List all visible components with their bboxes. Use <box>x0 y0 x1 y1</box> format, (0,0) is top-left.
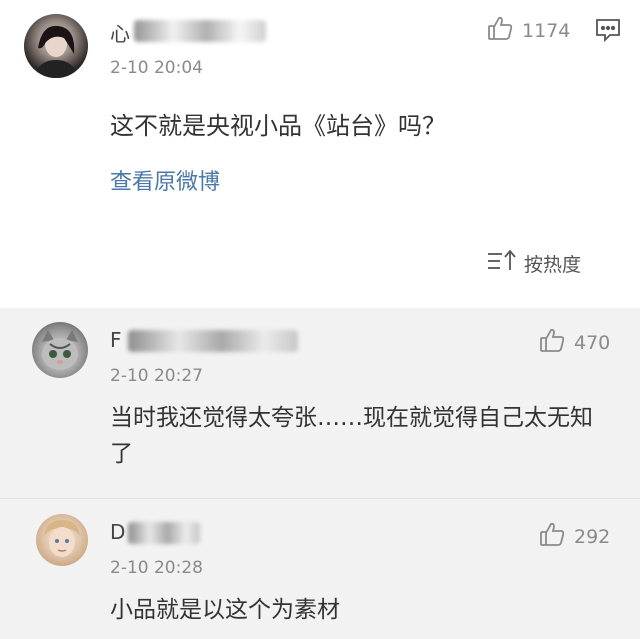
comment-button[interactable] <box>594 16 622 48</box>
username-blurred <box>128 522 200 544</box>
username[interactable]: 心 <box>110 18 130 47</box>
like-button[interactable]: 470 <box>538 326 610 359</box>
avatar[interactable] <box>24 14 88 78</box>
like-count: 470 <box>574 331 611 354</box>
username-blurred <box>128 330 298 352</box>
sort-label: 按热度 <box>524 254 582 276</box>
sort-icon <box>486 248 518 279</box>
main-comment: 心 2-10 20:04 这不就是央视小品《站台》吗？ 查看原微博 1174 按… <box>0 0 640 308</box>
sort-by-hot-button[interactable]: 按热度 <box>486 248 581 279</box>
reply-text: 小品就是以这个为素材 <box>110 597 340 623</box>
view-original-link[interactable]: 查看原微博 <box>110 164 220 196</box>
thumb-up-icon <box>486 14 514 47</box>
timestamp: 2-10 20:28 <box>110 558 203 578</box>
thumb-up-icon <box>538 520 566 553</box>
timestamp: 2-10 20:04 <box>110 58 203 78</box>
like-count: 292 <box>574 525 611 548</box>
avatar[interactable] <box>36 514 88 566</box>
reply-text: 当时我还觉得太夸张……现在就觉得自己太无知了 <box>110 405 593 467</box>
divider <box>0 498 640 499</box>
username[interactable]: D <box>110 520 125 544</box>
comment-text: 这不就是央视小品《站台》吗？ <box>110 112 446 140</box>
timestamp: 2-10 20:27 <box>110 366 203 386</box>
thumb-up-icon <box>538 326 566 359</box>
like-count: 1174 <box>522 19 571 42</box>
reply-list: F 2-10 20:27 当时我还觉得太夸张……现在就觉得自己太无知了 470 … <box>0 308 640 639</box>
like-button[interactable]: 292 <box>538 520 610 553</box>
comment-icon <box>594 19 622 48</box>
like-button[interactable]: 1174 <box>486 14 570 47</box>
username-blurred <box>134 20 266 42</box>
username[interactable]: F <box>110 328 122 352</box>
avatar[interactable] <box>32 322 88 378</box>
